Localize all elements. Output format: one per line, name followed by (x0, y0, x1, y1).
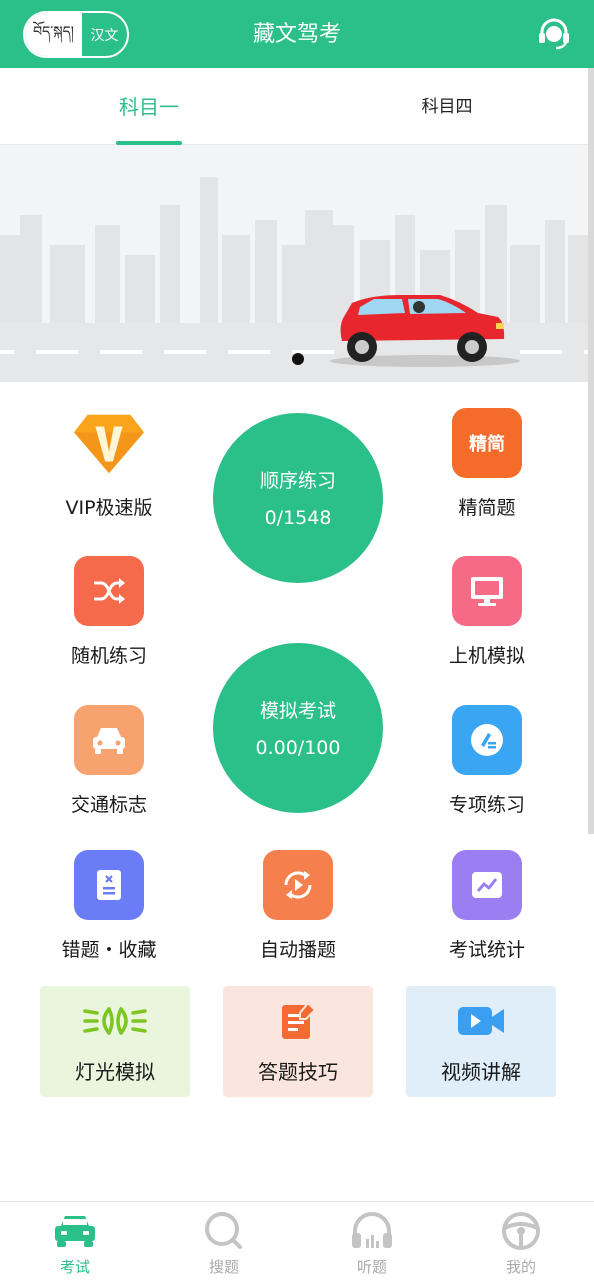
car-front-icon (74, 705, 144, 775)
exam-statistics-item[interactable]: 考试统计 (407, 850, 567, 962)
mistakes-favorites-item[interactable]: 错题・收藏 (29, 850, 189, 962)
mock-exam-title: 模拟考试 (259, 700, 336, 722)
scrollbar[interactable] (588, 68, 594, 834)
tab-subject-one-label: 科目一 (119, 95, 179, 119)
steering-wheel-icon (471, 1208, 571, 1254)
mistakes-favorites-label: 错题・收藏 (61, 939, 157, 961)
customer-service-icon[interactable] (536, 16, 572, 52)
autoplay-label: 自动播题 (259, 939, 336, 961)
chart-icon (452, 850, 522, 920)
nav-search-label: 搜题 (208, 1258, 239, 1276)
answer-tips-card[interactable]: 答题技巧 (223, 986, 373, 1097)
light-simulation-card[interactable]: 灯光模拟 (40, 986, 190, 1097)
video-explanation-card[interactable]: 视频讲解 (406, 986, 556, 1097)
car-city-illustration (0, 145, 594, 382)
simplified-badge-icon: 精简 (452, 408, 522, 478)
autoplay-item[interactable]: 自动播题 (218, 850, 378, 962)
tab-subject-four-label: 科目四 (421, 97, 473, 117)
light-simulation-label: 灯光模拟 (75, 1060, 155, 1084)
random-practice-item[interactable]: 随机练习 (29, 556, 189, 668)
monitor-icon (452, 556, 522, 626)
simplified-questions-label: 精简题 (458, 497, 516, 519)
document-icon (74, 850, 144, 920)
exam-statistics-label: 考试统计 (448, 939, 525, 961)
nav-exam[interactable]: 考试 (25, 1202, 125, 1280)
vip-express-item[interactable]: VIP极速版 (29, 408, 189, 520)
video-camera-icon (406, 999, 556, 1043)
nav-listen-label: 听题 (356, 1258, 387, 1276)
headlight-icon (40, 999, 190, 1043)
computer-simulation-label: 上机模拟 (448, 645, 525, 667)
random-practice-label: 随机练习 (70, 645, 147, 667)
subject-tabs: 科目一 科目四 (0, 68, 594, 145)
mock-exam-button[interactable]: 模拟考试 0.00/100 (213, 643, 383, 813)
tab-subject-four[interactable]: 科目四 (396, 68, 498, 145)
car-icon (25, 1208, 125, 1254)
special-practice-label: 专项练习 (448, 794, 525, 816)
nav-listen[interactable]: 听题 (322, 1202, 422, 1280)
autoplay-icon (263, 850, 333, 920)
answer-tips-label: 答题技巧 (258, 1060, 338, 1084)
shuffle-icon (74, 556, 144, 626)
search-icon (174, 1208, 274, 1254)
banner-carousel[interactable] (0, 145, 594, 382)
vip-express-label: VIP极速版 (65, 497, 153, 519)
nav-exam-label: 考试 (59, 1258, 90, 1276)
sequential-practice-title: 顺序练习 (259, 470, 336, 492)
carousel-indicator-dot[interactable] (292, 353, 304, 365)
special-practice-item[interactable]: 专项练习 (407, 705, 567, 817)
sequential-practice-progress: 0/1548 (264, 507, 332, 529)
nav-mine[interactable]: 我的 (471, 1202, 571, 1280)
app-title: 藏文驾考 (252, 22, 341, 47)
app-header: བོད་སྐད། 汉文 藏文驾考 (0, 0, 594, 68)
video-explanation-label: 视频讲解 (441, 1060, 521, 1084)
mock-exam-score: 0.00/100 (255, 737, 341, 759)
headphones-icon (322, 1208, 422, 1254)
simplified-icon-text: 精简 (469, 434, 505, 455)
simplified-questions-item[interactable]: 精简 精简题 (407, 408, 567, 520)
bottom-navigation: 考试 搜题 听题 我的 (0, 1201, 594, 1280)
notepad-icon (223, 999, 373, 1043)
traffic-signs-label: 交通标志 (70, 794, 147, 816)
vip-diamond-icon (74, 408, 144, 478)
tab-subject-one[interactable]: 科目一 (98, 68, 200, 145)
sequential-practice-button[interactable]: 顺序练习 0/1548 (213, 413, 383, 583)
pen-icon (452, 705, 522, 775)
nav-search[interactable]: 搜题 (174, 1202, 274, 1280)
computer-simulation-item[interactable]: 上机模拟 (407, 556, 567, 668)
traffic-signs-item[interactable]: 交通标志 (29, 705, 189, 817)
nav-mine-label: 我的 (505, 1258, 536, 1276)
